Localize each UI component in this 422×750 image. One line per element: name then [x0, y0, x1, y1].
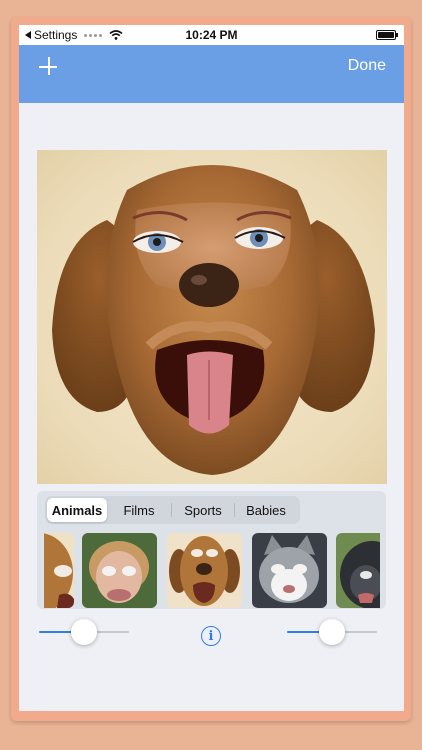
status-time: 10:24 PM: [185, 28, 238, 42]
filter-tray: Animals Films Sports Babies: [37, 491, 386, 609]
battery-icon: [376, 30, 398, 40]
tab-films[interactable]: Films: [107, 498, 171, 522]
status-bar: Settings 10:24 PM: [19, 25, 404, 45]
left-slider[interactable]: [39, 618, 129, 646]
thumbnail-dog[interactable]: [167, 533, 242, 608]
info-icon: i: [208, 628, 214, 644]
done-button[interactable]: Done: [348, 57, 386, 75]
thumbnail-dog-partial[interactable]: [44, 533, 74, 608]
tab-animals[interactable]: Animals: [47, 498, 107, 522]
navigation-bar: Done: [19, 45, 404, 103]
tab-sports[interactable]: Sports: [172, 498, 234, 522]
tab-babies[interactable]: Babies: [235, 498, 297, 522]
app-screen: Settings 10:24 PM Done Animals Films Spo…: [19, 25, 404, 711]
slider-knob[interactable]: [71, 619, 97, 645]
thumbnail-monkey[interactable]: [82, 533, 157, 608]
add-button[interactable]: [37, 55, 61, 79]
slider-knob[interactable]: [319, 619, 345, 645]
thumbnail-kitten[interactable]: [252, 533, 327, 608]
info-button[interactable]: i: [201, 626, 221, 646]
edited-photo[interactable]: [37, 150, 387, 484]
thumbnail-strip[interactable]: [44, 533, 380, 609]
category-segmented-control: Animals Films Sports Babies: [45, 496, 300, 524]
dog-face-image: [52, 165, 375, 475]
thumbnail-gorilla-partial[interactable]: [336, 533, 380, 608]
right-slider[interactable]: [287, 618, 377, 646]
